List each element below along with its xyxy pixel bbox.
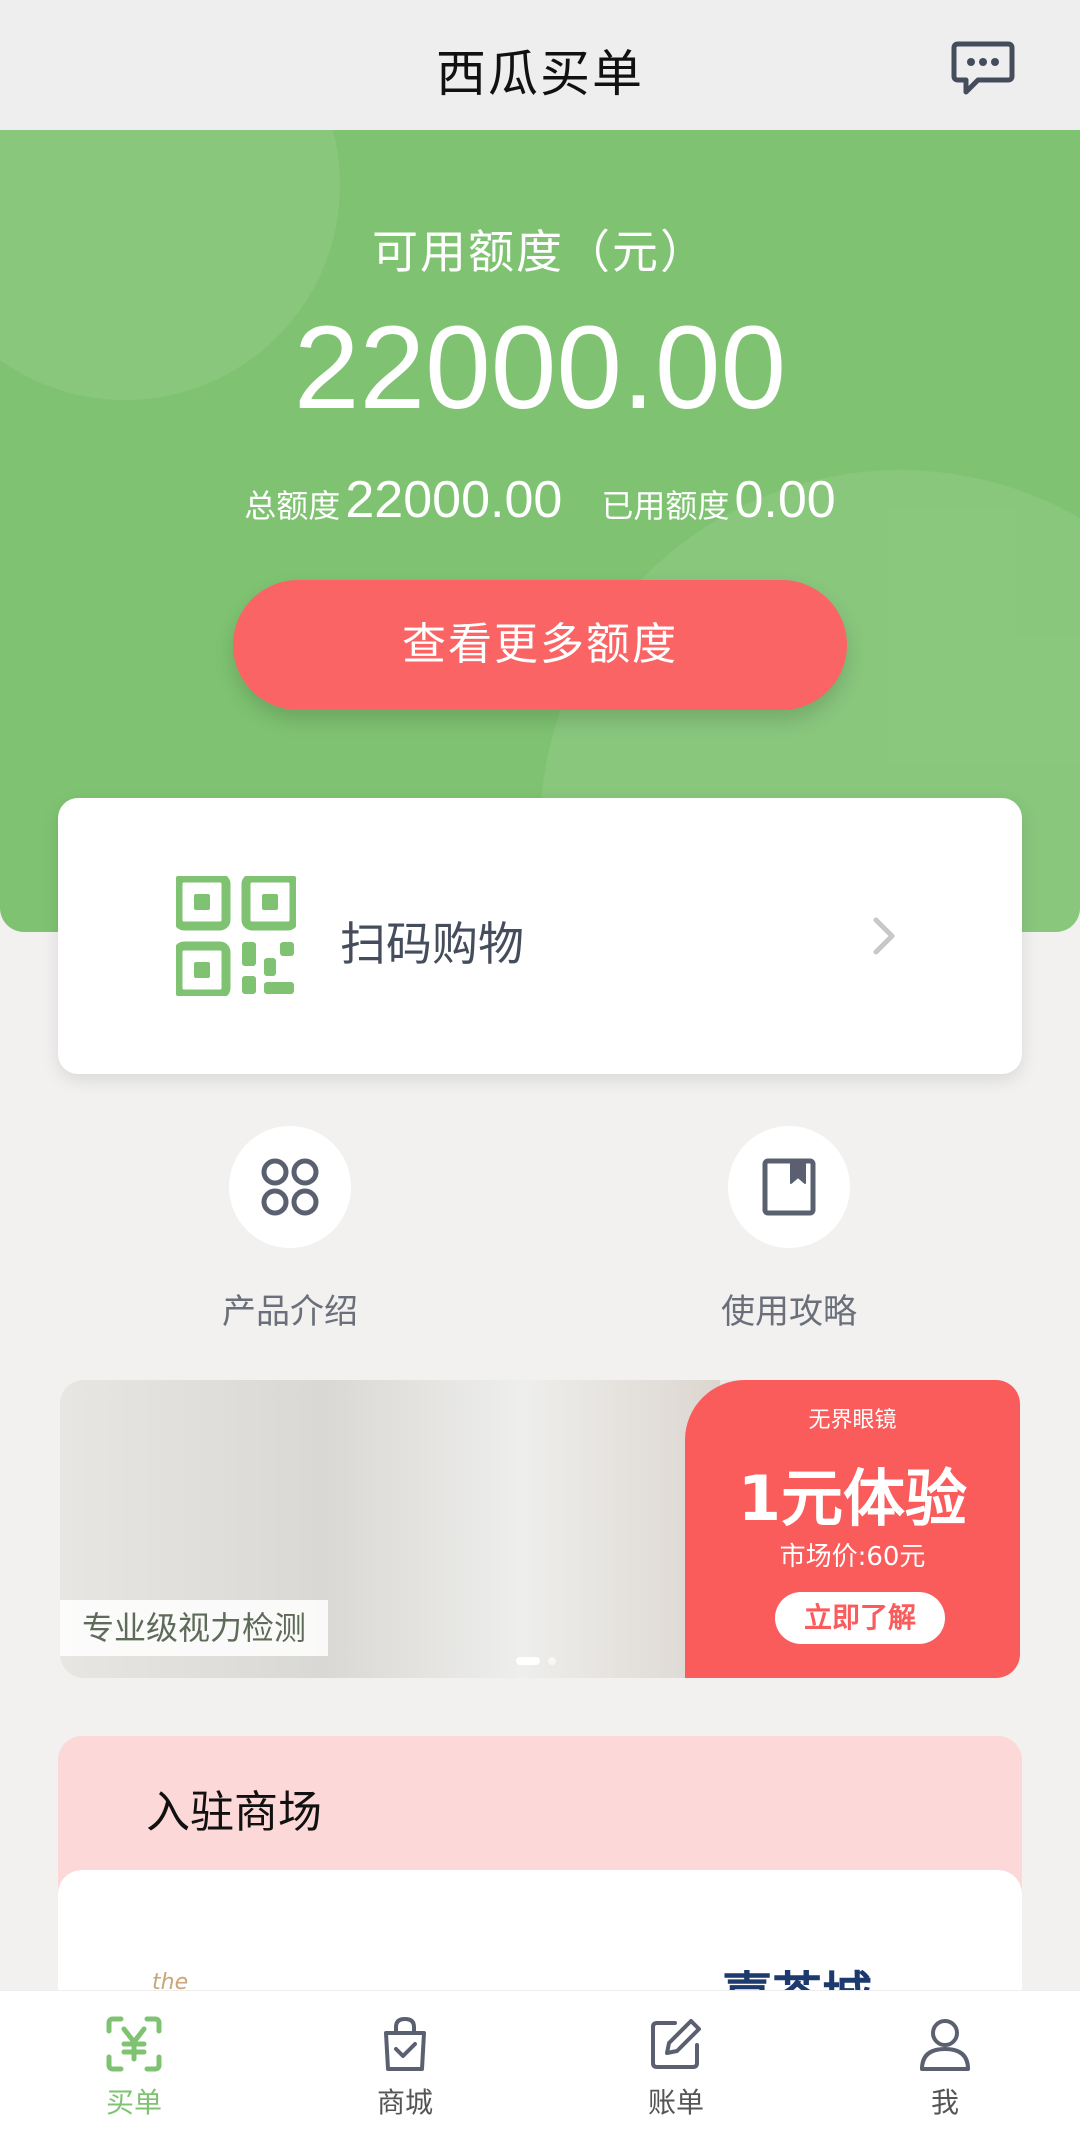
tab-me[interactable]: 我 [875,2015,1015,2121]
user-icon [920,2019,970,2071]
available-credit-label: 可用额度（元） [372,225,708,279]
promo-caption: 专业级视力检测 [60,1600,329,1656]
tab-me-label: 我 [930,2086,959,2119]
tab-bills[interactable]: 账单 [606,2015,746,2121]
promo-panel: 无界眼镜 1元体验 市场价:60元 立即了解 [685,1380,1020,1678]
total-credit-label: 总额度 [244,487,341,525]
used-credit-value: 0.00 [734,471,836,529]
top-bar: 西瓜买单 [0,0,1080,130]
shopping-bag-icon [384,2016,426,2071]
scan-to-shop-label: 扫码购物 [340,917,524,971]
promo-banner[interactable]: 无界眼镜 1元体验 市场价:60元 立即了解 专业级视力检测 [60,1380,1020,1678]
page-title: 西瓜买单 [436,45,644,103]
yuan-scan-icon [106,2016,162,2072]
qr-code-icon [176,876,296,996]
usage-guide-entry[interactable]: 使用攻略 [709,1126,869,1333]
usage-guide-label: 使用攻略 [721,1292,857,1332]
tab-mall[interactable]: 商城 [335,2015,475,2121]
chevron-right-icon [873,917,895,955]
promo-brand: 无界眼镜 [808,1408,897,1433]
product-intro-label: 产品介绍 [222,1292,358,1332]
product-intro-entry[interactable]: 产品介绍 [210,1126,370,1333]
credit-summary: 总额度 22000.00 已用额度 0.00 [0,470,1080,530]
chat-bubble-icon[interactable] [950,38,1016,100]
view-more-credit-button[interactable]: 查看更多额度 [233,580,847,710]
product-intro-icon-wrap [229,1126,351,1248]
tab-pay[interactable]: 买单 [64,2015,204,2121]
bottom-tab-bar: 买单 商城 账单 我 [0,1990,1080,2133]
promo-learn-more-button[interactable]: 立即了解 [775,1592,945,1644]
tab-pay-label: 买单 [105,2086,162,2119]
carousel-dot[interactable] [548,1656,556,1665]
tab-bills-label: 账单 [647,2086,704,2119]
promo-market-price: 市场价:60元 [779,1542,926,1572]
edit-icon [651,2019,701,2069]
scan-to-shop-card[interactable]: 扫码购物 [58,798,1022,1074]
carousel-indicator[interactable] [516,1650,564,1669]
book-icon [762,1158,816,1216]
carousel-dot-active[interactable] [516,1656,540,1665]
usage-guide-icon-wrap [728,1126,850,1248]
partner-malls-title: 入驻商场 [146,1787,322,1838]
grid-clover-icon [261,1158,319,1216]
total-credit-value: 22000.00 [345,471,563,529]
promo-headline: 1元体验 [737,1462,968,1535]
tab-mall-label: 商城 [376,2086,433,2119]
used-credit-label: 已用额度 [601,487,730,525]
available-credit-amount: 22000.00 [293,302,787,434]
